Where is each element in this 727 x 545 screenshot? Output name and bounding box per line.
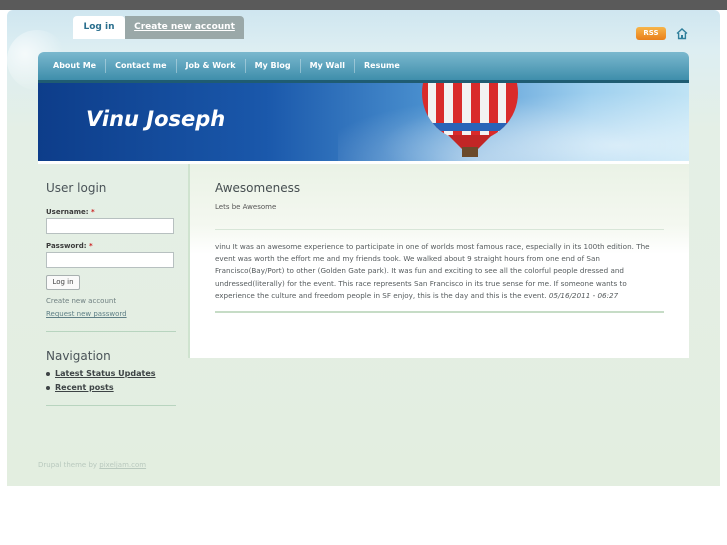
home-icon[interactable] <box>676 27 688 40</box>
nav-my-blog[interactable]: My Blog <box>246 59 301 73</box>
post-date: 05/16/2011 - 06:27 <box>548 290 619 300</box>
header-banner: Vinu Joseph <box>38 83 689 161</box>
username-field[interactable] <box>46 218 174 234</box>
nav-job-work[interactable]: Job & Work <box>177 59 246 73</box>
log-in-button[interactable]: Log in <box>46 275 80 290</box>
primary-nav: About Me Contact me Job & Work My Blog M… <box>38 52 689 83</box>
nav-latest-status-updates[interactable]: Latest Status Updates <box>46 369 156 378</box>
tab-log-in[interactable]: Log in <box>73 16 125 39</box>
main-content: Awesomeness Lets be Awesome vinu It was … <box>188 164 689 358</box>
hot-air-balloon-image <box>422 83 518 157</box>
password-field[interactable] <box>46 252 174 268</box>
browser-top-bar <box>0 0 727 10</box>
sidebar: User login Username: * Password: * Log i… <box>38 164 186 424</box>
sidebar-divider <box>46 405 176 406</box>
navigation-title: Navigation <box>46 349 111 363</box>
page: Log in Create new account RSS About Me C… <box>0 0 727 545</box>
nav-about-me[interactable]: About Me <box>44 59 107 73</box>
post-divider-bottom <box>215 311 664 313</box>
footer: Drupal theme by pixeljam.com <box>38 461 147 469</box>
rss-icon[interactable]: RSS <box>636 27 666 40</box>
footer-link[interactable]: pixeljam.com <box>99 461 146 469</box>
nav-resume[interactable]: Resume <box>355 59 409 73</box>
sidebar-divider <box>46 331 176 332</box>
post-body: vinu It was an awesome experience to par… <box>215 242 650 300</box>
bullet-icon <box>46 385 50 390</box>
post-subtitle: Lets be Awesome <box>215 203 277 211</box>
site-title[interactable]: Vinu Joseph <box>86 107 225 131</box>
request-password-link[interactable]: Request new password <box>46 310 127 318</box>
tab-create-account[interactable]: Create new account <box>125 16 244 39</box>
nav-recent-posts[interactable]: Recent posts <box>46 383 114 392</box>
post-title[interactable]: Awesomeness <box>215 181 300 195</box>
nav-my-wall[interactable]: My Wall <box>301 59 355 73</box>
post-divider <box>215 229 664 230</box>
username-label: Username: * <box>46 208 95 216</box>
password-label: Password: * <box>46 242 93 250</box>
user-login-title: User login <box>46 181 107 195</box>
bullet-icon <box>46 371 50 376</box>
nav-contact-me[interactable]: Contact me <box>106 59 177 73</box>
create-account-link[interactable]: Create new account <box>46 297 116 305</box>
